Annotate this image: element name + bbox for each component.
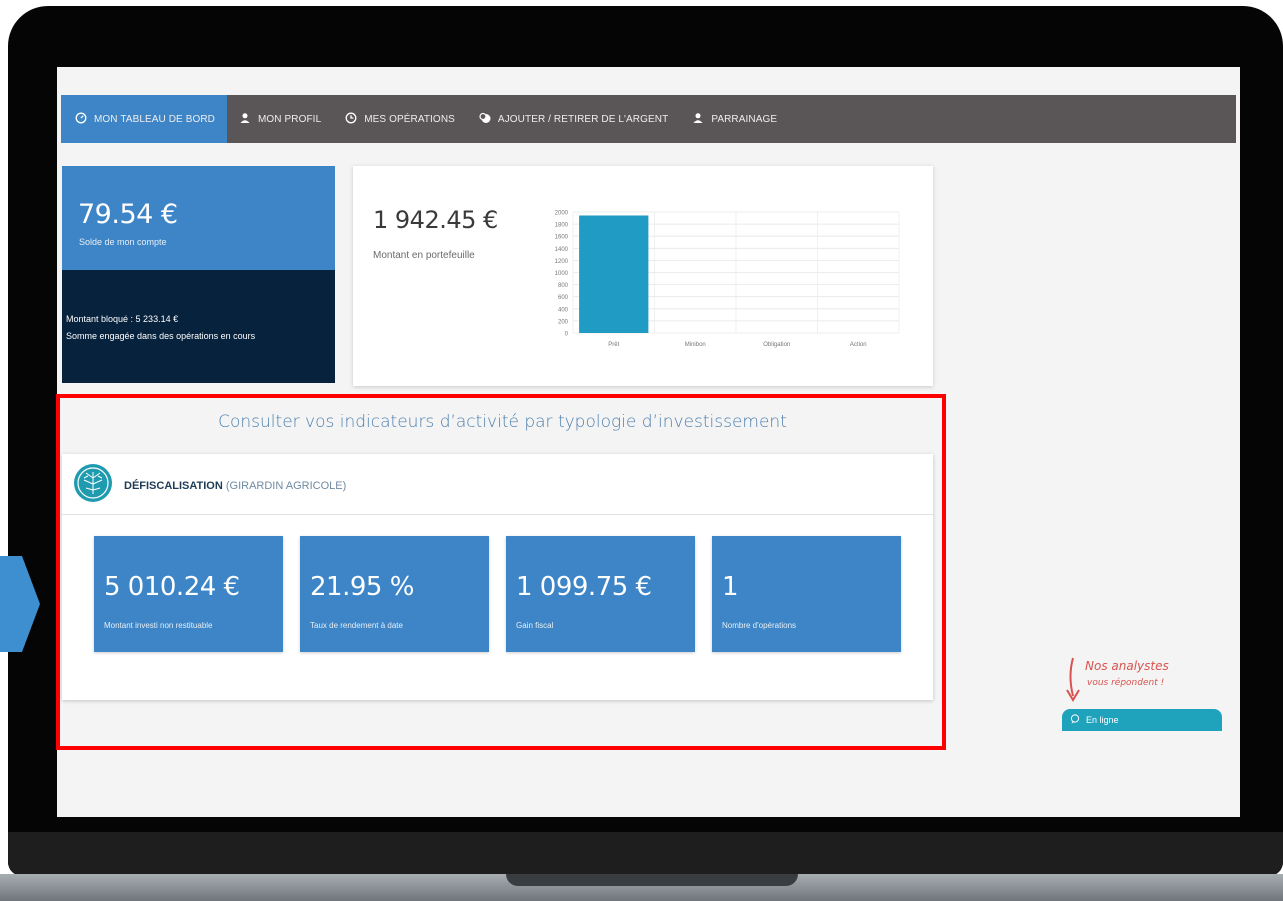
- chat-online-button[interactable]: En ligne: [1062, 709, 1222, 731]
- chart-y-tick-label: 400: [558, 307, 569, 313]
- main-navbar: MON TABLEAU DE BORD MON PROFIL MES OPÉRA…: [61, 95, 1236, 143]
- blocked-amount: Montant bloqué : 5 233.14 €: [66, 314, 179, 324]
- portfolio-amount: 1 942.45 €: [373, 206, 498, 234]
- chart-y-tick-label: 600: [558, 295, 569, 301]
- chart-y-tick-label: 2000: [555, 211, 569, 217]
- balance-top: 79.54 € Solde de mon compte: [62, 166, 335, 270]
- chart-y-tick-label: 1200: [555, 259, 569, 265]
- user-icon: [239, 112, 251, 127]
- portfolio-card: 1 942.45 € Montant en portefeuille 0 200 4…: [353, 166, 933, 386]
- nav-item-label: MON TABLEAU DE BORD: [94, 113, 215, 125]
- blocked-note: Somme engagée dans des opérations en cou…: [66, 331, 256, 341]
- chart-x-tick-label: Minibon: [685, 342, 706, 348]
- chat-note-line1: Nos analystes: [1085, 659, 1169, 673]
- chart-y-tick-label: 800: [558, 283, 569, 289]
- chart-x-tick-label: Obligation: [763, 342, 790, 348]
- nav-item-profile[interactable]: MON PROFIL: [227, 95, 333, 143]
- chart-x-tick-label: Prêt: [608, 342, 619, 348]
- laptop-chin: [8, 832, 1283, 876]
- chart-bar: [579, 215, 649, 333]
- nav-item-label: MON PROFIL: [258, 113, 322, 125]
- chat-bubble-icon: [1070, 714, 1080, 726]
- chart-y-tick-label: 1600: [555, 235, 569, 241]
- chart-y-tick-label: 0: [565, 332, 569, 338]
- history-icon: [345, 112, 357, 127]
- chart-x-tick-label: Action: [850, 342, 867, 348]
- portfolio-chart: 0 200 400 600 800 1000 1200 1400 1600 1800 2000 Prê…: [555, 211, 900, 348]
- nav-item-label: MES OPÉRATIONS: [364, 113, 455, 125]
- balance-card: 79.54 € Solde de mon compte Montant bloq…: [62, 166, 335, 383]
- chat-button-label: En ligne: [1086, 715, 1119, 725]
- nav-item-referral[interactable]: PARRAINAGE: [680, 95, 789, 143]
- nav-item-dashboard[interactable]: MON TABLEAU DE BORD: [61, 95, 227, 143]
- nav-item-label: PARRAINAGE: [711, 113, 778, 125]
- euro-coin-icon: [479, 112, 491, 127]
- chart-y-tick-label: 1800: [555, 223, 569, 229]
- laptop-notch: [506, 874, 798, 886]
- nav-item-operations[interactable]: MES OPÉRATIONS: [333, 95, 467, 143]
- chat-note-line2: vous répondent !: [1087, 678, 1165, 688]
- chart-y-tick-label: 1400: [555, 247, 569, 253]
- portfolio-label: Montant en portefeuille: [373, 250, 475, 261]
- nav-item-add-withdraw[interactable]: AJOUTER / RETIRER DE L'ARGENT: [467, 95, 680, 143]
- balance-amount: 79.54 €: [78, 199, 178, 230]
- nav-item-label: AJOUTER / RETIRER DE L'ARGENT: [497, 113, 669, 125]
- balance-label: Solde de mon compte: [79, 237, 167, 247]
- dashboard-icon: [75, 112, 87, 127]
- balance-blocked-panel: Montant bloqué : 5 233.14 € Somme engagé…: [62, 270, 335, 383]
- chart-y-tick-label: 1000: [555, 271, 569, 277]
- chart-y-tick-label: 200: [558, 319, 569, 325]
- highlight-box: [56, 394, 946, 750]
- chat-arrow-icon: [1066, 657, 1080, 702]
- chat-note: Nos analystes vous répondent !: [1085, 658, 1169, 692]
- user-plus-icon: [692, 112, 704, 127]
